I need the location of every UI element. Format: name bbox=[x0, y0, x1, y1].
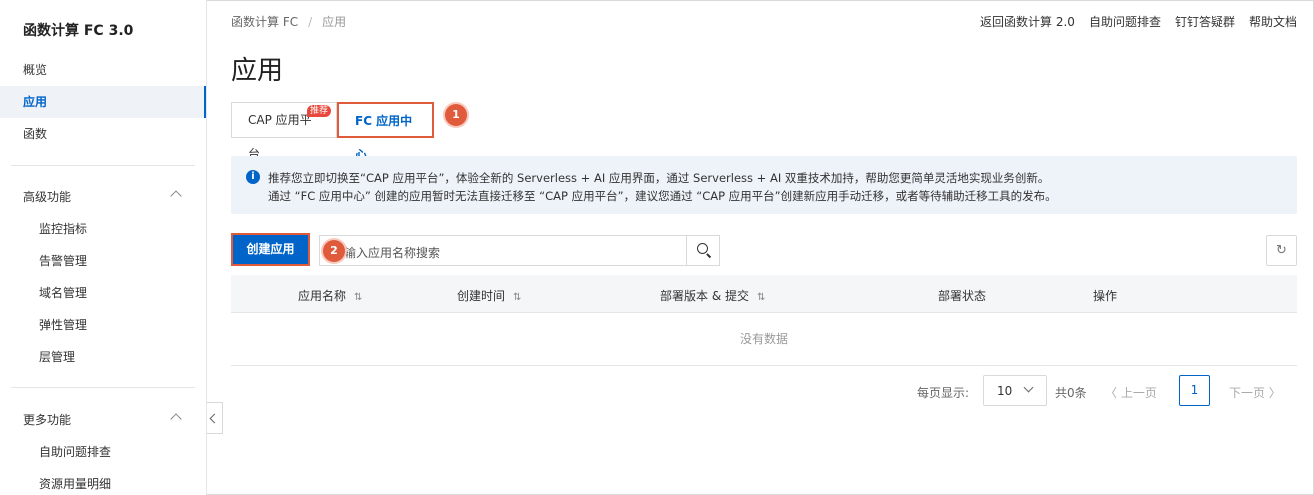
breadcrumb: 函数计算 FC / 应用 bbox=[231, 13, 346, 30]
column-header-deploy-status: 部署状态 bbox=[938, 289, 987, 303]
search-box[interactable]: 输入应用名称搜索 bbox=[319, 235, 720, 266]
header-links: 返回函数计算 2.0 自助问题排查 钉钉答疑群 帮助文档 bbox=[980, 13, 1297, 30]
sort-icon[interactable]: ⇅ bbox=[757, 292, 765, 303]
sort-icon[interactable]: ⇅ bbox=[354, 292, 362, 303]
search-icon bbox=[697, 243, 708, 254]
link-troubleshoot[interactable]: 自助问题排查 bbox=[1089, 13, 1161, 30]
sidebar-item-usage[interactable]: 资源用量明细 bbox=[0, 468, 206, 495]
next-page-button[interactable]: 下一页 〉 bbox=[1229, 384, 1281, 401]
step-marker-2: 2 bbox=[323, 240, 345, 262]
column-header-app-name[interactable]: 应用名称 ⇅ bbox=[298, 287, 362, 304]
breadcrumb-link[interactable]: 函数计算 FC bbox=[231, 15, 298, 29]
notice-line-1: 推荐您立即切换至“CAP 应用平台”，体验全新的 Serverless + AI… bbox=[268, 171, 1050, 185]
tab-cap-platform[interactable]: CAP 应用平台 推荐 bbox=[231, 102, 337, 161]
chevron-left-icon: 〈 bbox=[1105, 386, 1121, 400]
info-icon: i bbox=[246, 170, 260, 184]
per-page-label: 每页显示: bbox=[917, 386, 970, 400]
sidebar-item-alerts[interactable]: 告警管理 bbox=[0, 245, 206, 277]
search-button[interactable] bbox=[686, 236, 719, 265]
prev-page-button[interactable]: 〈 上一页 bbox=[1105, 384, 1157, 401]
chevron-right-icon: 〉 bbox=[1265, 386, 1281, 400]
per-page-value: 10 bbox=[997, 384, 1013, 398]
chevron-up-icon bbox=[170, 413, 182, 425]
notice-line-2: 通过 “FC 应用中心” 创建的应用暂时无法直接迁移至 “CAP 应用平台”，建… bbox=[268, 189, 1057, 203]
column-header-actions: 操作 bbox=[1093, 289, 1118, 303]
sort-icon[interactable]: ⇅ bbox=[513, 292, 521, 303]
sidebar-item-functions[interactable]: 函数 bbox=[0, 118, 206, 150]
table-header: 应用名称 ⇅ 创建时间 ⇅ 部署版本 & 提交 ⇅ 部署状态 操作 bbox=[231, 275, 1297, 313]
sidebar-item-monitoring[interactable]: 监控指标 bbox=[0, 213, 206, 245]
link-help-docs[interactable]: 帮助文档 bbox=[1249, 13, 1297, 30]
sidebar-divider bbox=[11, 387, 195, 388]
sidebar-group-label: 高级功能 bbox=[23, 190, 72, 204]
breadcrumb-separator: / bbox=[308, 15, 313, 29]
table-empty-state: 没有数据 bbox=[231, 313, 1297, 366]
step-marker-1: 1 bbox=[445, 104, 467, 126]
main-content: 函数计算 FC / 应用 返回函数计算 2.0 自助问题排查 钉钉答疑群 帮助文档 … bbox=[207, 0, 1314, 495]
page-title: 应用 bbox=[231, 56, 284, 86]
info-notice: i 推荐您立即切换至“CAP 应用平台”，体验全新的 Serverless + … bbox=[231, 156, 1297, 214]
search-input[interactable]: 输入应用名称搜索 bbox=[344, 244, 440, 261]
create-app-button[interactable]: 创建应用 bbox=[231, 233, 310, 266]
link-back-to-fc2[interactable]: 返回函数计算 2.0 bbox=[980, 13, 1075, 30]
total-count: 共0条 bbox=[1055, 386, 1087, 400]
sidebar-item-domains[interactable]: 域名管理 bbox=[0, 277, 206, 309]
sidebar: 函数计算 FC 3.0 概览 应用 函数 高级功能 监控指标 告警管理 域名管理… bbox=[0, 0, 207, 495]
sidebar-item-troubleshoot[interactable]: 自助问题排查 bbox=[0, 436, 206, 468]
tab-fc-app-center[interactable]: FC 应用中心 bbox=[337, 102, 434, 162]
breadcrumb-current: 应用 bbox=[322, 15, 347, 29]
sidebar-group-advanced[interactable]: 高级功能 bbox=[0, 181, 206, 213]
tab-bar: CAP 应用平台 推荐 FC 应用中心 bbox=[231, 102, 434, 162]
sidebar-item-layers[interactable]: 层管理 bbox=[0, 341, 206, 373]
sidebar-group-more[interactable]: 更多功能 bbox=[0, 404, 206, 436]
link-dingtalk-group[interactable]: 钉钉答疑群 bbox=[1175, 13, 1235, 30]
sidebar-item-overview[interactable]: 概览 bbox=[0, 54, 206, 86]
sidebar-item-scaling[interactable]: 弹性管理 bbox=[0, 309, 206, 341]
sidebar-item-applications[interactable]: 应用 bbox=[0, 86, 206, 118]
tab-label: CAP 应用平台 bbox=[248, 113, 312, 161]
recommend-badge: 推荐 bbox=[307, 105, 332, 117]
per-page-select[interactable]: 10 bbox=[983, 375, 1047, 406]
column-header-created-time[interactable]: 创建时间 ⇅ bbox=[457, 287, 521, 304]
column-header-deploy-version[interactable]: 部署版本 & 提交 ⇅ bbox=[660, 287, 765, 304]
sidebar-divider bbox=[11, 165, 195, 166]
page-number-button[interactable]: 1 bbox=[1179, 375, 1210, 406]
pagination: 每页显示: 10 共0条 〈 上一页 1 下一页 〉 bbox=[207, 375, 1314, 406]
refresh-button[interactable]: ↻ bbox=[1266, 235, 1297, 266]
sidebar-group-label: 更多功能 bbox=[23, 413, 72, 427]
chevron-down-icon bbox=[1023, 382, 1034, 393]
refresh-icon: ↻ bbox=[1276, 243, 1287, 258]
chevron-up-icon bbox=[170, 190, 182, 202]
product-title: 函数计算 FC 3.0 bbox=[23, 23, 134, 39]
